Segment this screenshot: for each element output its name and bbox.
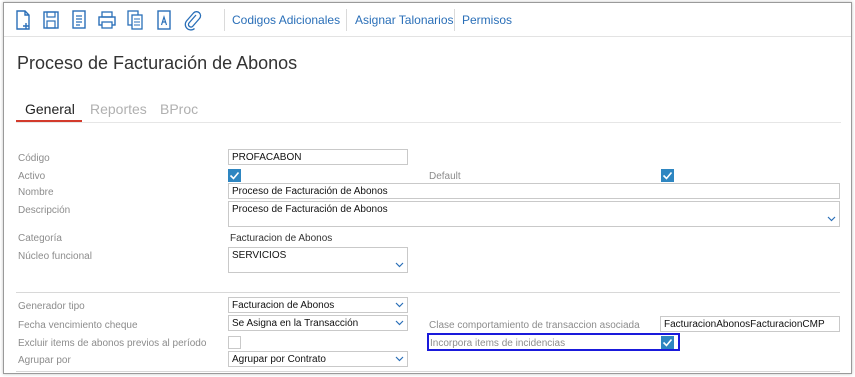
copy-icon[interactable] xyxy=(125,9,145,31)
agrupar-value: Agrupar por Contrato xyxy=(232,354,326,365)
fecha-venc-value: Se Asigna en la Transacción xyxy=(232,318,359,329)
fecha-venc-label: Fecha vencimiento cheque xyxy=(18,320,138,331)
nombre-label: Nombre xyxy=(18,187,54,198)
text-document-icon[interactable] xyxy=(154,9,174,31)
nucleo-label: Núcleo funcional xyxy=(18,251,92,262)
codigo-field[interactable]: PROFACABON xyxy=(228,149,408,165)
tab-general[interactable]: General xyxy=(25,101,75,117)
generador-value: Facturacion de Abonos xyxy=(232,300,335,311)
excluir-checkbox[interactable] xyxy=(228,336,241,349)
print-icon[interactable] xyxy=(97,9,117,31)
chevron-down-icon[interactable] xyxy=(395,354,404,363)
default-checkbox[interactable] xyxy=(661,169,674,182)
generador-select[interactable]: Facturacion de Abonos xyxy=(228,297,408,313)
nombre-field[interactable]: Proceso de Facturación de Abonos xyxy=(228,183,840,199)
agrupar-select[interactable]: Agrupar por Contrato xyxy=(228,351,408,367)
page-title: Proceso de Facturación de Abonos xyxy=(17,53,298,73)
agrupar-label: Agrupar por xyxy=(18,355,71,366)
chevron-down-icon[interactable] xyxy=(395,300,404,309)
asignar-talonarios-link[interactable]: Asignar Talonarios xyxy=(355,13,454,27)
categoria-label: Categoría xyxy=(18,233,62,244)
save-icon[interactable] xyxy=(41,9,61,31)
clase-comp-field[interactable]: FacturacionAbonosFacturacionCMP xyxy=(660,316,840,332)
codigo-label: Código xyxy=(18,153,50,164)
window-frame: Codigos Adicionales Asignar Talonarios P… xyxy=(3,2,852,374)
chevron-down-icon[interactable] xyxy=(395,260,404,269)
attachment-icon[interactable] xyxy=(182,9,202,31)
incorpora-label: Incorpora items de incidencias xyxy=(430,338,566,349)
categoria-value: Facturacion de Abonos xyxy=(230,233,333,244)
document-list-icon[interactable] xyxy=(69,9,89,31)
incorpora-checkbox[interactable] xyxy=(661,336,674,349)
default-label: Default xyxy=(429,171,461,182)
descripcion-label: Descripción xyxy=(18,205,71,216)
clase-comp-label: Clase comportamiento de transaccion asoc… xyxy=(429,320,640,331)
excluir-label: Excluir items de abonos previos al perío… xyxy=(18,338,207,349)
tab-reportes[interactable]: Reportes xyxy=(90,101,147,117)
codigos-adicionales-link[interactable]: Codigos Adicionales xyxy=(232,13,340,27)
chevron-down-icon[interactable] xyxy=(827,214,836,223)
nucleo-value: SERVICIOS xyxy=(232,250,287,261)
descripcion-value: Proceso de Facturación de Abonos xyxy=(232,204,388,215)
activo-label: Activo xyxy=(18,171,46,182)
section-divider xyxy=(16,292,840,293)
chevron-down-icon[interactable] xyxy=(395,318,404,327)
toolbar: Codigos Adicionales Asignar Talonarios P… xyxy=(4,3,851,37)
generador-label: Generador tipo xyxy=(18,301,85,312)
toolbar-separator xyxy=(224,9,225,31)
fecha-venc-select[interactable]: Se Asigna en la Transacción xyxy=(228,315,408,331)
tab-divider xyxy=(16,122,841,123)
section-divider xyxy=(16,371,840,372)
toolbar-separator xyxy=(454,9,455,31)
nucleo-select[interactable]: SERVICIOS xyxy=(228,247,408,273)
activo-checkbox[interactable] xyxy=(228,169,241,182)
permisos-link[interactable]: Permisos xyxy=(462,13,512,27)
tab-bproc[interactable]: BProc xyxy=(160,101,198,117)
toolbar-separator xyxy=(346,9,347,31)
new-document-icon[interactable] xyxy=(13,9,33,31)
descripcion-textarea[interactable]: Proceso de Facturación de Abonos xyxy=(228,201,840,227)
